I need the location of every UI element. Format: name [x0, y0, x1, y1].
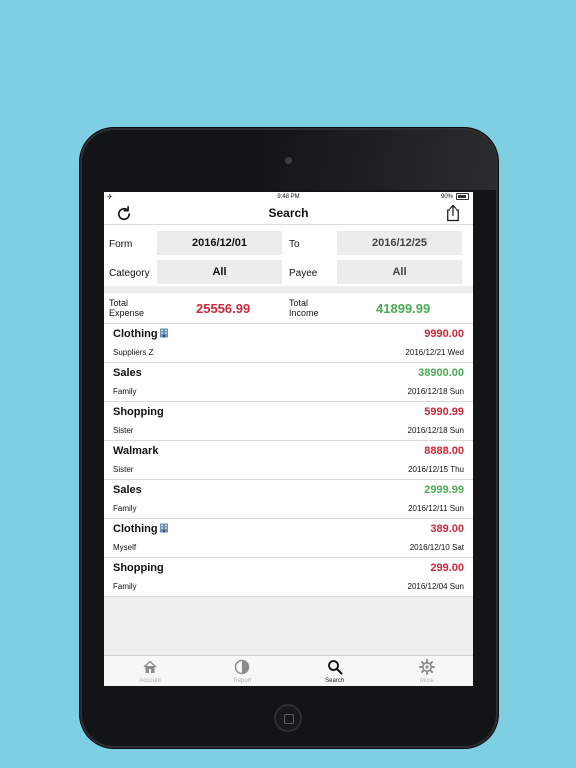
transaction-category: Walmark: [113, 445, 158, 457]
total-income-value: 41899.99: [376, 301, 431, 316]
from-date-field[interactable]: 2016/12/01: [157, 231, 282, 255]
tab-search-label: Search: [325, 678, 345, 684]
category-select[interactable]: All: [157, 260, 282, 284]
transaction-category-text: Shopping: [113, 562, 164, 574]
total-expense-label: Total Expense: [109, 298, 144, 318]
battery-percent: 90%: [440, 193, 453, 200]
category-label: Category: [109, 268, 150, 279]
transaction-payee: Sister: [113, 426, 134, 435]
transaction-date: 2016/12/21 Wed: [405, 348, 464, 357]
transaction-payee: Sister: [113, 465, 134, 474]
transaction-amount: 2999.99: [424, 484, 464, 496]
transaction-payee: Family: [113, 504, 137, 513]
transaction-category: Shopping: [113, 406, 164, 418]
transaction-row[interactable]: Shopping 5990.99 Sister 2016/12/18 Sun: [104, 401, 473, 440]
transaction-category-text: Shopping: [113, 406, 164, 418]
transaction-row[interactable]: Shopping 299.00 Family 2016/12/04 Sun: [104, 557, 473, 597]
transaction-amount: 299.00: [430, 562, 464, 574]
share-icon[interactable]: [445, 204, 461, 222]
transaction-date: 2016/12/18 Sun: [407, 387, 465, 396]
total-expense-label-line1: Total: [109, 298, 129, 308]
nav-bar: Search: [104, 202, 473, 225]
tab-more[interactable]: More: [381, 656, 473, 686]
transaction-payee: Family: [113, 387, 137, 396]
search-filters: Form 2016/12/01 To 2016/12/25 Category A…: [104, 225, 473, 286]
pie-chart-icon: [235, 659, 250, 675]
transaction-payee: Suppliers Z: [113, 348, 154, 357]
total-expense-label-line2: Expense: [109, 308, 145, 318]
total-income-label-line2: Income: [289, 308, 319, 318]
payee-select[interactable]: All: [337, 260, 462, 284]
totals-summary: Total Expense 25556.99 Total Income 4189…: [104, 292, 473, 323]
tab-account[interactable]: Account: [104, 656, 196, 686]
tab-bar: Account Report Search More: [104, 655, 473, 686]
status-time: 9:48 PM: [277, 194, 300, 200]
tab-report-label: Report: [233, 678, 252, 684]
total-expense-value: 25556.99: [196, 301, 251, 316]
transaction-category-text: Sales: [113, 484, 142, 496]
battery-status: 90%: [441, 193, 469, 200]
tab-more-label: More: [420, 678, 434, 684]
transaction-row[interactable]: Walmark 8888.00 Sister 2016/12/15 Thu: [104, 440, 473, 479]
status-bar: ✈ 9:48 PM 90%: [104, 192, 473, 202]
transaction-row[interactable]: Sales 2999.99 Family 2016/12/11 Sun: [104, 479, 473, 518]
transaction-date: 2016/12/18 Sun: [407, 426, 465, 435]
to-date-field[interactable]: 2016/12/25: [337, 231, 462, 255]
gear-icon: [418, 659, 435, 675]
transaction-amount: 38900.00: [418, 367, 464, 379]
transaction-category-text: Sales: [113, 367, 142, 379]
transaction-date: 2016/12/15 Thu: [408, 465, 464, 474]
tab-account-label: Account: [139, 678, 161, 684]
from-label: Form: [109, 239, 133, 250]
total-income-label-line1: Total: [289, 298, 309, 308]
transaction-row[interactable]: Sales 38900.00 Family 2016/12/18 Sun: [104, 362, 473, 401]
transaction-date: 2016/12/10 Sat: [409, 543, 464, 552]
total-income-label: Total Income: [289, 298, 319, 318]
transaction-amount: 5990.99: [424, 406, 464, 418]
transaction-date: 2016/12/04 Sun: [407, 582, 465, 591]
tab-report[interactable]: Report: [196, 656, 288, 686]
transaction-category: Shopping: [113, 562, 164, 574]
transaction-category: Clothing: [113, 523, 169, 535]
home-button[interactable]: [274, 704, 302, 732]
front-camera: [285, 157, 292, 164]
transaction-payee: Family: [113, 582, 137, 591]
transaction-category-text: Walmark: [113, 445, 159, 457]
home-icon: [143, 660, 157, 673]
transaction-category-text: Clothing: [113, 328, 158, 340]
date-range-row: Form 2016/12/01 To 2016/12/25: [104, 231, 473, 257]
transaction-payee: Myself: [113, 543, 137, 552]
transaction-category-text: Clothing: [113, 523, 158, 535]
transaction-list: Clothing 9990.00 Suppliers Z 2016/12/21 Wed…: [104, 323, 473, 597]
search-icon: [327, 660, 343, 675]
transaction-category: Clothing: [113, 328, 169, 340]
app-screen: ✈ 9:48 PM 90% Search Form 2016/12/01 To …: [104, 192, 473, 686]
transaction-row[interactable]: Clothing 389.00 Myself 2016/12/10 Sat: [104, 518, 473, 557]
transaction-category: Sales: [113, 367, 142, 379]
transaction-category: Sales: [113, 484, 142, 496]
page-title: Search: [268, 206, 309, 220]
building-icon: [159, 328, 168, 338]
tab-search[interactable]: Search: [289, 656, 381, 686]
to-label: To: [289, 239, 300, 250]
battery-icon: [456, 193, 469, 200]
transaction-amount: 8888.00: [424, 445, 464, 457]
payee-label: Payee: [289, 268, 318, 279]
transaction-amount: 389.00: [430, 523, 464, 535]
building-icon: [159, 523, 168, 533]
transaction-amount: 9990.00: [424, 328, 464, 340]
category-payee-row: Category All Payee All: [104, 260, 473, 286]
transaction-date: 2016/12/11 Sun: [408, 504, 464, 513]
transaction-row[interactable]: Clothing 9990.00 Suppliers Z 2016/12/21 Wed: [104, 323, 473, 362]
